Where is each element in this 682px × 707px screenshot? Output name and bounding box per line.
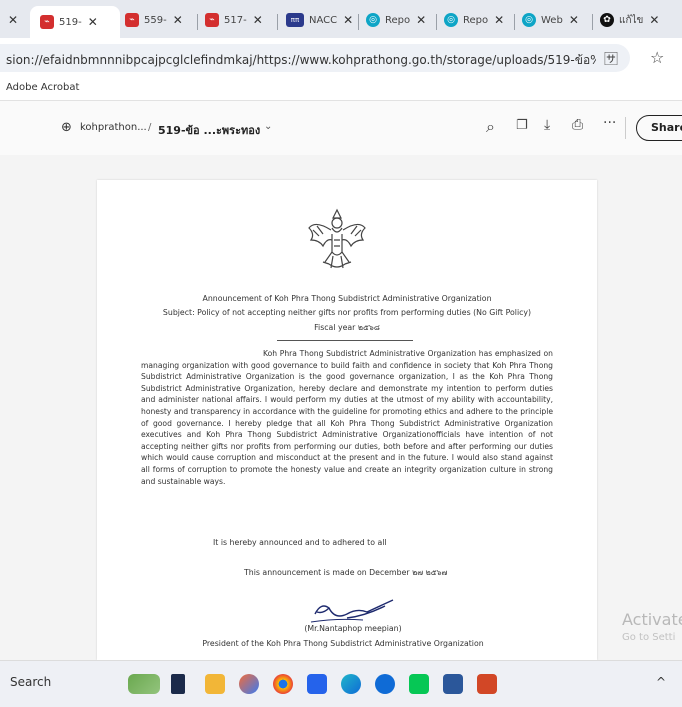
tab-label: Web <box>541 14 563 26</box>
close-icon[interactable]: ✕ <box>569 13 579 27</box>
globe-icon: ◎ <box>366 13 380 27</box>
tab-label: 559- <box>144 14 167 26</box>
tab-pdf-3[interactable]: ⌁ 517- ✕ <box>205 6 273 34</box>
tab-web[interactable]: ◎ Web ✕ <box>522 6 588 34</box>
star-icon[interactable]: ☆ <box>650 48 664 67</box>
globe-icon: ◎ <box>444 13 458 27</box>
print-icon[interactable]: ⎙ <box>572 117 583 133</box>
tab-repo-2[interactable]: ◎ Repo ✕ <box>444 6 510 34</box>
file-explorer-icon[interactable] <box>205 674 225 694</box>
divider <box>277 340 413 341</box>
pdf-viewer[interactable]: Announcement of Koh Phra Thong Subdistri… <box>0 155 682 660</box>
chevron-up-icon[interactable]: ^ <box>656 675 666 689</box>
share-button[interactable]: Share <box>636 115 682 141</box>
announcement-date: This announcement is made on December ๒๗… <box>244 568 448 577</box>
more-icon[interactable]: ··· <box>603 115 616 131</box>
close-icon[interactable]: ✕ <box>343 13 353 27</box>
tab-repo-1[interactable]: ◎ Repo ✕ <box>366 6 432 34</box>
chevron-down-icon[interactable]: ⌄ <box>264 121 272 132</box>
signer-title: President of the Koh Phra Thong Subdistr… <box>202 639 484 648</box>
tab-nacc[interactable]: ππ NACC ✕ <box>286 6 354 34</box>
translate-icon[interactable]: 🈂 <box>604 49 618 69</box>
copy-icon[interactable]: ❐ <box>516 118 528 133</box>
tab-label: NACC <box>309 14 338 26</box>
url-text: sion://efaidnbmnnnibpcajpcglclefindmkaj/… <box>6 53 596 67</box>
pdf-toolbar: ⊕ kohprathon... / 519-ข้อ ...ะพระทอง ⌄ ⌕… <box>0 101 682 155</box>
weather-icon[interactable] <box>128 674 160 694</box>
garuda-emblem-icon <box>308 208 366 269</box>
close-icon[interactable]: ✕ <box>88 15 98 29</box>
tab-label: Repo <box>385 14 411 26</box>
tab-pdf-2[interactable]: ⌁ 559- ✕ <box>125 6 193 34</box>
taskbar: Search ^ <box>0 660 682 707</box>
globe-icon: ◎ <box>522 13 536 27</box>
chrome-icon[interactable] <box>273 674 293 694</box>
share-label: Share <box>651 121 682 134</box>
pdf-domain[interactable]: kohprathon... <box>80 122 147 133</box>
tab-strip: ✕ ⌁ 519- ✕ ⌁ 559- ✕ ⌁ 517- ✕ ππ NACC ✕ ◎… <box>0 0 682 38</box>
edge-icon[interactable] <box>341 674 361 694</box>
announcement-fiscal-year: Fiscal year ๒๕๖๘ <box>314 323 380 332</box>
activate-windows-subtitle: Go to Setti <box>622 632 676 643</box>
task-view-icon[interactable] <box>171 674 185 694</box>
close-icon[interactable]: ✕ <box>494 13 504 27</box>
word-icon[interactable] <box>443 674 463 694</box>
activate-windows-title: Activate <box>622 610 682 629</box>
signer-name: (Mr.Nantaphop meepian) <box>304 624 402 633</box>
address-bar: sion://efaidnbmnnnibpcajpcglclefindmkaj/… <box>0 38 682 78</box>
close-icon[interactable]: ✕ <box>416 13 426 27</box>
tab-chatgpt[interactable]: ✿ แก้ไข ✕ <box>600 6 682 34</box>
search-icon[interactable]: ⌕ <box>486 117 495 137</box>
path-separator: / <box>148 122 152 133</box>
globe-icon: ⊕ <box>61 120 72 135</box>
pdf-icon: ⌁ <box>40 15 54 29</box>
taskbar-search[interactable]: Search <box>10 675 51 689</box>
powerpoint-icon[interactable] <box>477 674 497 694</box>
close-icon[interactable]: ✕ <box>649 13 659 27</box>
pdf-page: Announcement of Koh Phra Thong Subdistri… <box>97 180 597 660</box>
copilot-icon[interactable] <box>239 674 259 694</box>
pdf-icon: ⌁ <box>205 13 219 27</box>
chatgpt-icon: ✿ <box>600 13 614 27</box>
url-input[interactable]: sion://efaidnbmnnnibpcajpcglclefindmkaj/… <box>0 44 630 72</box>
tab-active[interactable]: ⌁ 519- ✕ <box>30 6 120 38</box>
outlook-icon[interactable] <box>375 674 395 694</box>
bookmark-bar: Adobe Acrobat <box>0 78 682 101</box>
pdf-filename[interactable]: 519-ข้อ ...ะพระทอง <box>158 121 260 139</box>
announcement-body: Koh Phra Thong Subdistrict Administrativ… <box>141 349 553 486</box>
close-icon[interactable]: ✕ <box>253 13 263 27</box>
store-icon[interactable] <box>307 674 327 694</box>
line-icon[interactable] <box>409 674 429 694</box>
announcement-subject: Subject: Policy of not accepting neither… <box>162 308 532 317</box>
nacc-logo-icon: ππ <box>286 13 304 27</box>
tab-label: 517- <box>224 14 247 26</box>
close-tab-icon[interactable]: ✕ <box>8 13 18 27</box>
tab-label: แก้ไข <box>619 14 644 26</box>
tab-label: Repo <box>463 14 489 26</box>
tab-label: 519- <box>59 16 82 28</box>
download-icon[interactable]: ⤓ <box>544 117 550 133</box>
pdf-icon: ⌁ <box>125 13 139 27</box>
signature-image <box>310 599 394 623</box>
bookmark-adobe-acrobat[interactable]: Adobe Acrobat <box>6 82 79 93</box>
announcement-closing: It is hereby announced and to adhered to… <box>213 538 387 547</box>
announcement-heading: Announcement of Koh Phra Thong Subdistri… <box>202 294 492 303</box>
close-icon[interactable]: ✕ <box>173 13 183 27</box>
